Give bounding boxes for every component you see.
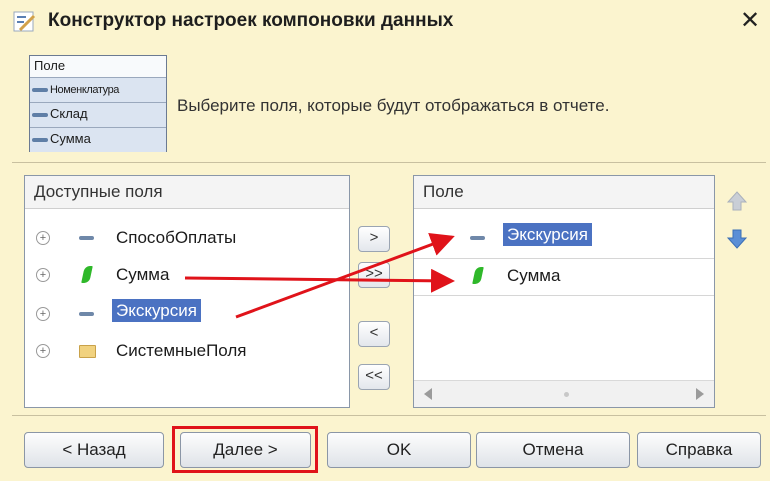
remove-all-fields-button[interactable]: << <box>358 364 390 390</box>
expand-icon[interactable]: + <box>36 268 50 282</box>
settings-wizard-icon <box>13 11 36 32</box>
available-fields-panel[interactable]: Доступные поля + СпособОплаты + Сумма + … <box>24 175 350 408</box>
tree-item-system-fields[interactable]: + СистемныеПоля <box>25 335 349 371</box>
scroll-right-icon[interactable] <box>696 388 704 400</box>
tree-item-excursion[interactable]: + Экскурсия <box>25 298 349 334</box>
dash-icon <box>79 236 94 240</box>
next-button-highlight <box>172 426 318 473</box>
field-icon <box>32 112 48 117</box>
field-icon <box>32 87 48 92</box>
remove-field-button[interactable]: < <box>358 321 390 347</box>
scroll-left-icon[interactable] <box>424 388 432 400</box>
divider <box>12 162 766 163</box>
dash-icon <box>470 236 485 240</box>
expand-icon[interactable]: + <box>36 231 50 245</box>
help-button[interactable]: Справка <box>637 432 761 468</box>
row-separator <box>414 258 714 259</box>
dash-icon <box>79 312 94 316</box>
field-icon <box>32 137 48 142</box>
selected-field-sum[interactable]: Сумма <box>414 260 714 296</box>
row-separator <box>414 295 714 296</box>
cancel-button[interactable]: Отмена <box>476 432 630 468</box>
expand-icon[interactable]: + <box>36 307 50 321</box>
move-down-icon[interactable] <box>726 228 748 250</box>
horizontal-scrollbar[interactable] <box>414 380 714 407</box>
tree-item-label: СистемныеПоля <box>116 341 247 360</box>
add-field-button[interactable]: > <box>358 226 390 252</box>
illustration-row: Номенклатура <box>30 78 166 103</box>
resource-icon <box>472 267 484 284</box>
tree-item-label: Экскурсия <box>112 299 201 322</box>
instruction-text: Выберите поля, которые будут отображатьс… <box>177 96 610 115</box>
illustration-row: Склад <box>30 103 166 128</box>
selected-field-label: Сумма <box>507 266 561 285</box>
illustration-row: Сумма <box>30 128 166 152</box>
window-title: Конструктор настроек компоновки данных <box>48 10 454 31</box>
available-fields-header: Доступные поля <box>25 176 349 209</box>
resource-icon <box>81 266 93 283</box>
move-up-icon[interactable] <box>726 190 748 212</box>
title-bar: Конструктор настроек компоновки данных ✕ <box>0 0 770 46</box>
add-all-fields-button[interactable]: >> <box>358 262 390 288</box>
tree-item-sum[interactable]: + Сумма <box>25 259 349 295</box>
back-button[interactable]: < Назад <box>24 432 164 468</box>
fields-illustration: Поле Номенклатура Склад Сумма <box>29 55 167 152</box>
selected-field-label: Экскурсия <box>503 223 592 246</box>
ok-button[interactable]: OK <box>327 432 471 468</box>
tree-item-label: Сумма <box>116 265 170 284</box>
close-button[interactable]: ✕ <box>736 6 764 36</box>
tree-item-label: СпособОплаты <box>116 228 237 247</box>
illustration-header: Поле <box>30 56 166 78</box>
selected-fields-header: Поле <box>414 176 714 209</box>
folder-icon <box>79 345 96 358</box>
selected-field-excursion[interactable]: Экскурсия <box>414 222 714 258</box>
expand-icon[interactable]: + <box>36 344 50 358</box>
divider <box>12 415 766 416</box>
scroll-thumb[interactable] <box>564 392 569 397</box>
tree-item-payment-method[interactable]: + СпособОплаты <box>25 222 349 258</box>
selected-fields-panel[interactable]: Поле Экскурсия Сумма <box>413 175 715 408</box>
